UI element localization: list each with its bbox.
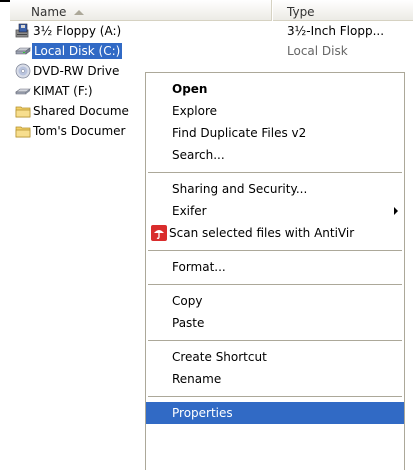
file-type: Local Disk <box>287 44 348 58</box>
submenu-arrow-icon <box>394 207 398 215</box>
dvd-drive-icon <box>15 63 31 79</box>
column-header-type[interactable]: Type <box>273 0 413 21</box>
column-header-name-label: Name <box>31 5 67 19</box>
file-type: 3½-Inch Flopp... <box>287 24 385 38</box>
floppy-drive-icon <box>15 23 29 38</box>
sort-ascending-icon <box>74 10 85 15</box>
antivir-umbrella-icon <box>151 225 167 241</box>
menu-separator <box>148 172 402 173</box>
menu-item-exifer[interactable]: Exifer <box>146 200 404 222</box>
menu-item-exifer-label: Exifer <box>172 204 207 218</box>
list-item-shared-documents[interactable]: Shared Docume <box>0 101 145 121</box>
column-header-type-label: Type <box>287 5 315 19</box>
list-item-toms-documents[interactable]: Tom's Documer <box>0 121 145 141</box>
column-header-name[interactable]: Name <box>10 0 272 21</box>
menu-separator <box>148 396 402 397</box>
file-name: 3½ Floppy (A:) <box>33 24 122 38</box>
list-item-floppy[interactable]: 3½ Floppy (A:) 3½-Inch Flopp... <box>0 21 413 41</box>
menu-item-scan-antivir[interactable]: Scan selected files with AntiVir <box>146 222 404 244</box>
folder-icon <box>15 126 31 138</box>
menu-item-find-duplicates[interactable]: Find Duplicate Files v2 <box>146 122 404 144</box>
file-name: Local Disk (C:) <box>32 43 123 59</box>
menu-item-explore[interactable]: Explore <box>146 100 404 122</box>
menu-item-rename[interactable]: Rename <box>146 368 404 390</box>
menu-item-sharing-security[interactable]: Sharing and Security... <box>146 178 404 200</box>
menu-item-copy[interactable]: Copy <box>146 290 404 312</box>
menu-item-scan-label: Scan selected files with AntiVir <box>169 226 355 240</box>
file-name: DVD-RW Drive <box>33 64 120 78</box>
column-header-bar: Name Type <box>0 0 413 22</box>
file-name: Tom's Documer <box>33 124 126 138</box>
menu-separator <box>148 250 402 251</box>
file-name: Shared Docume <box>33 104 129 118</box>
list-item-local-disk[interactable]: Local Disk (C:) Local Disk <box>0 41 413 61</box>
context-menu: Open Explore Find Duplicate Files v2 Sea… <box>145 72 405 470</box>
menu-item-paste[interactable]: Paste <box>146 312 404 334</box>
removable-drive-icon <box>15 88 31 95</box>
menu-item-open[interactable]: Open <box>146 78 404 100</box>
menu-item-properties[interactable]: Properties <box>146 402 404 424</box>
menu-item-format[interactable]: Format... <box>146 256 404 278</box>
list-item-kimat[interactable]: KIMAT (F:) <box>0 81 145 101</box>
hard-disk-icon <box>15 47 31 55</box>
list-item-dvd-drive[interactable]: DVD-RW Drive <box>0 61 145 81</box>
menu-item-create-shortcut[interactable]: Create Shortcut <box>146 346 404 368</box>
file-name: KIMAT (F:) <box>33 84 93 98</box>
folder-icon <box>15 106 31 118</box>
menu-separator <box>148 340 402 341</box>
menu-item-search[interactable]: Search... <box>146 144 404 166</box>
menu-separator <box>148 284 402 285</box>
